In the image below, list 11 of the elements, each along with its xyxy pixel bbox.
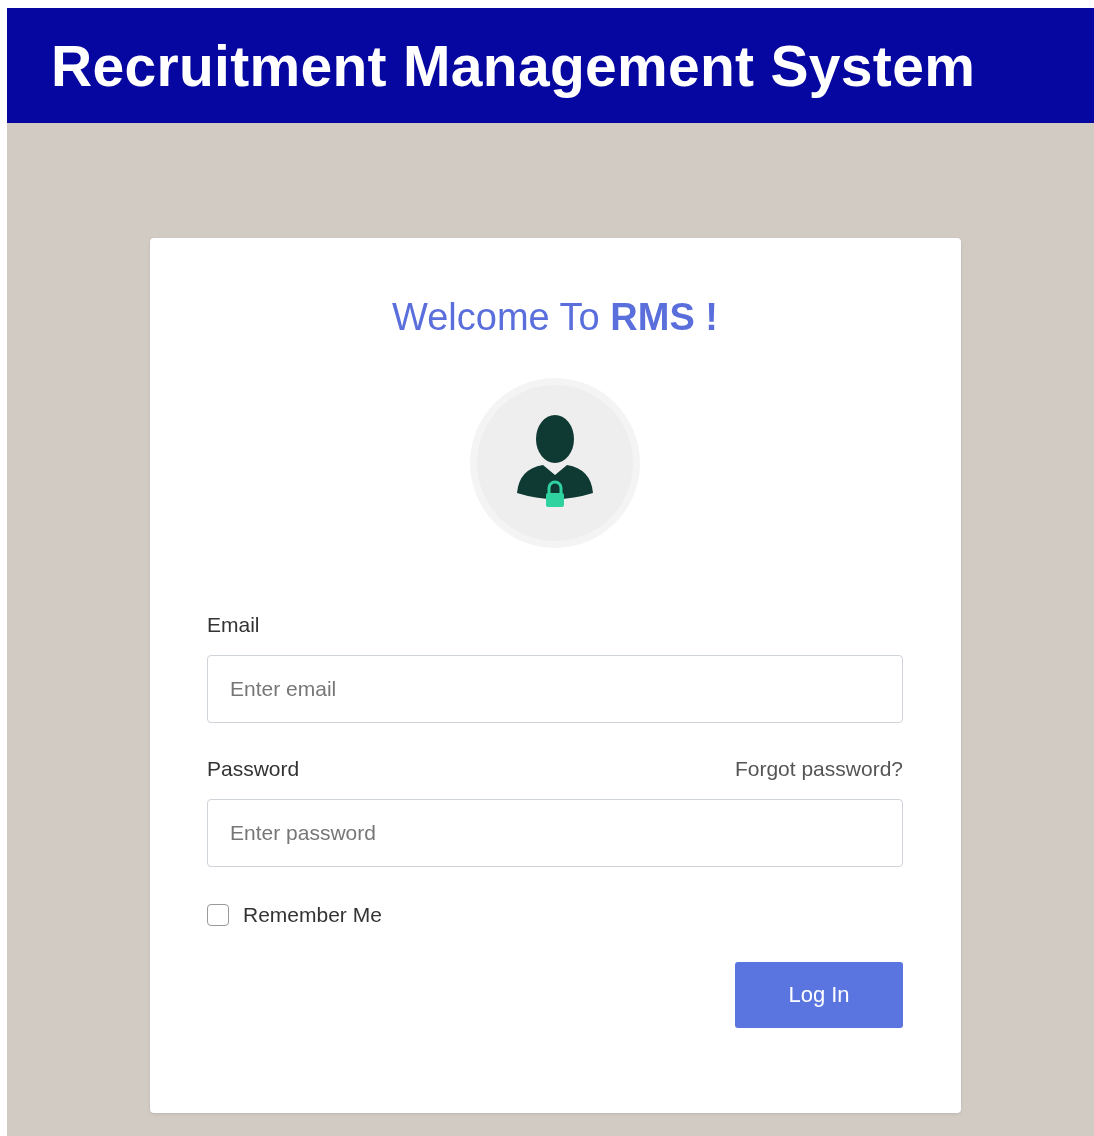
page-title: Recruitment Management System bbox=[51, 32, 976, 99]
password-field[interactable]: Enter password bbox=[207, 799, 903, 867]
remember-me-label: Remember Me bbox=[243, 903, 382, 927]
user-lock-icon bbox=[469, 377, 641, 549]
remember-checkbox[interactable] bbox=[207, 904, 229, 926]
email-label: Email bbox=[207, 613, 261, 637]
email-field[interactable]: Enter email bbox=[207, 655, 903, 723]
login-button[interactable]: Log In bbox=[735, 962, 903, 1028]
forgot-password-link[interactable]: Forgot password? bbox=[734, 757, 903, 781]
password-label: Password bbox=[207, 757, 300, 781]
welcome-heading: Welcome To RMS ! bbox=[392, 296, 718, 339]
